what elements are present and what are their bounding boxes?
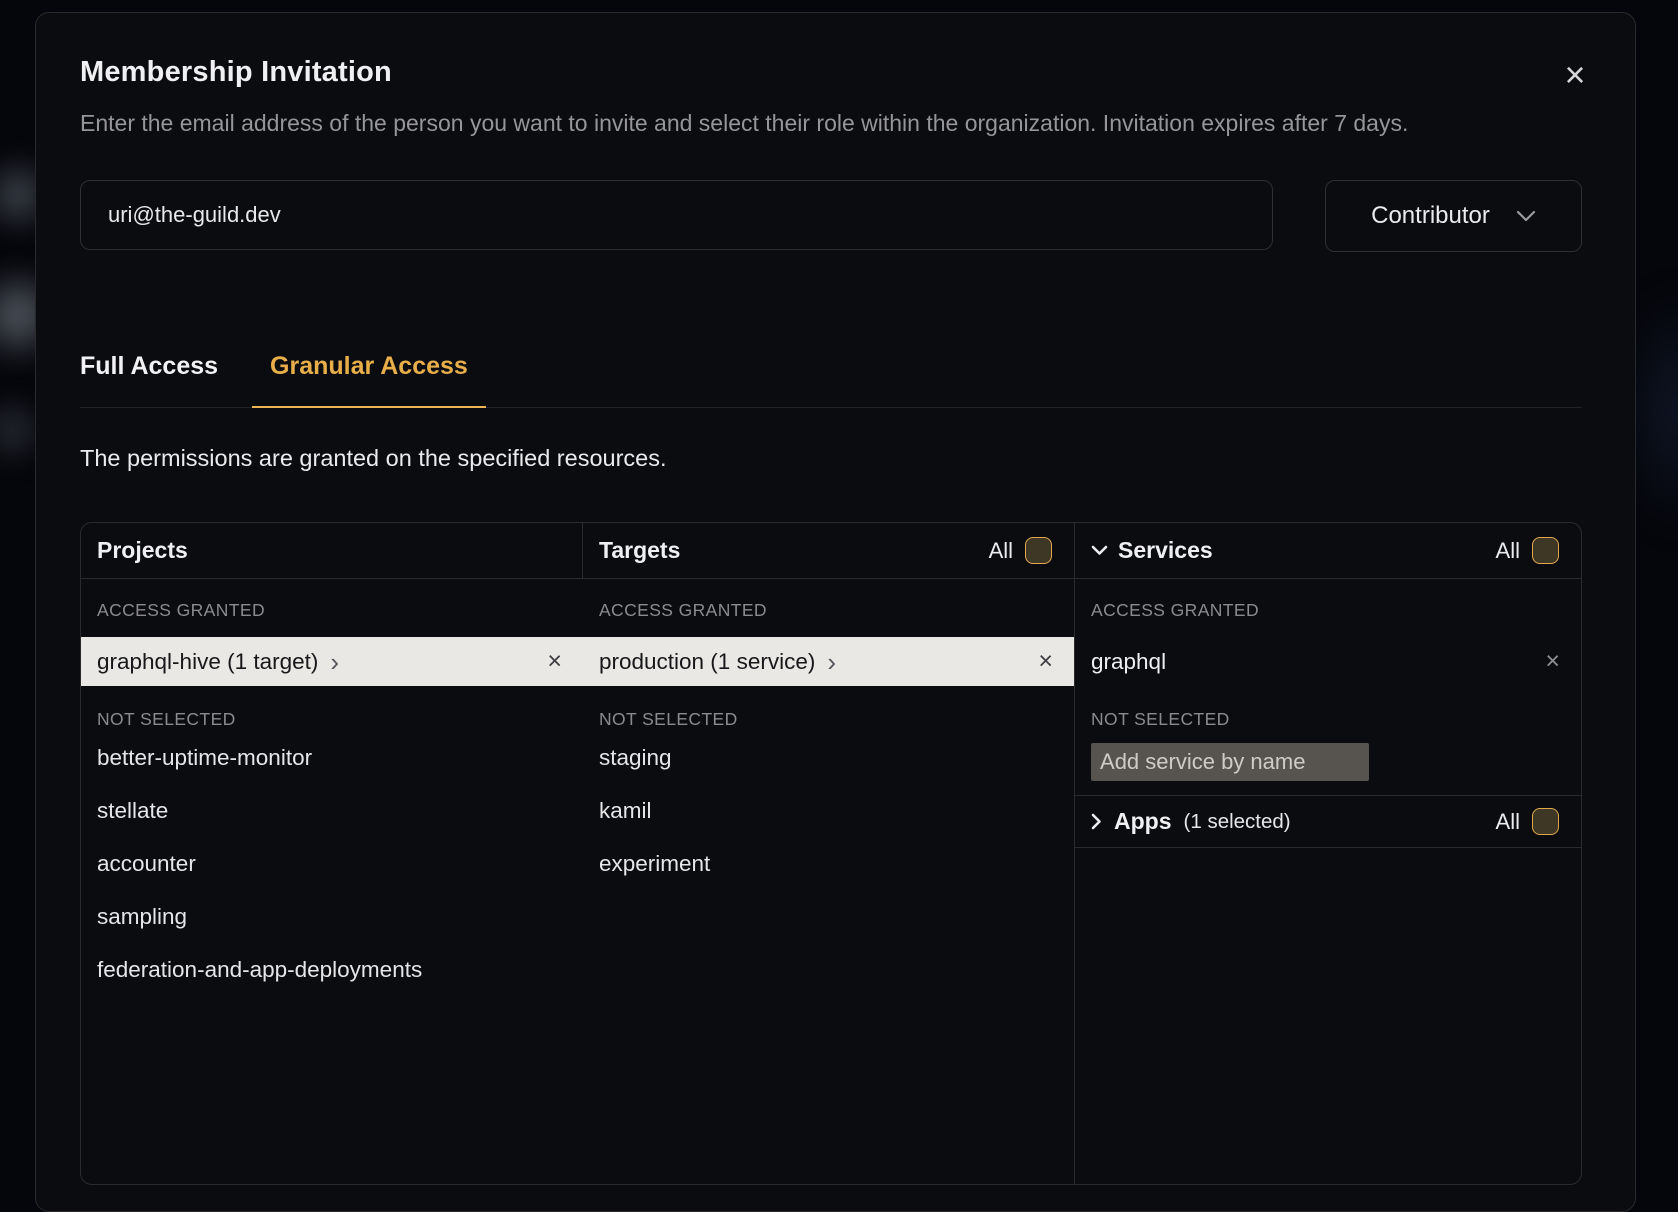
- granted-target-label: production (1 service): [599, 649, 815, 675]
- not-selected-label: NOT SELECTED: [1075, 686, 1581, 731]
- services-header-label: Services: [1118, 537, 1213, 564]
- invite-email-input[interactable]: [80, 180, 1273, 250]
- dialog-description: Enter the email address of the person yo…: [80, 105, 1512, 142]
- column-header-targets: Targets All: [583, 523, 1075, 579]
- apps-all-checkbox[interactable]: [1532, 808, 1559, 835]
- granted-service-label: graphql: [1091, 649, 1166, 675]
- dialog-title: Membership Invitation: [80, 56, 1582, 89]
- target-item[interactable]: experiment: [583, 838, 1074, 890]
- targets-all-checkbox[interactable]: [1025, 537, 1052, 564]
- apps-all-toggle: All: [1496, 808, 1559, 835]
- apps-section-row: Apps (1 selected) All: [1075, 795, 1581, 848]
- target-item[interactable]: staging: [583, 732, 1074, 784]
- projects-header-label: Projects: [97, 537, 188, 564]
- targets-column: ACCESS GRANTED production (1 service) › …: [583, 579, 1075, 1184]
- project-item[interactable]: federation-and-app-deployments: [81, 944, 583, 996]
- targets-header-label: Targets: [599, 537, 680, 564]
- chevron-down-icon: [1516, 210, 1536, 222]
- backdrop-blur-artifact: [1642, 240, 1678, 580]
- chevron-right-icon[interactable]: [1091, 813, 1102, 830]
- close-icon[interactable]: ×: [1553, 53, 1597, 97]
- not-selected-label: NOT SELECTED: [81, 686, 583, 731]
- targets-all-toggle: All: [989, 537, 1052, 564]
- resources-table: Projects Targets All Services All ACCESS…: [80, 522, 1582, 1185]
- granted-target-row[interactable]: production (1 service) › ×: [583, 637, 1074, 686]
- projects-column: ACCESS GRANTED graphql-hive (1 target) ›…: [81, 579, 583, 1184]
- services-all-toggle: All: [1496, 537, 1559, 564]
- apps-selected-count: (1 selected): [1184, 810, 1291, 834]
- tab-granular-access[interactable]: Granular Access: [252, 352, 486, 408]
- invite-row: Contributor: [80, 180, 1582, 252]
- membership-invitation-dialog: × Membership Invitation Enter the email …: [35, 12, 1636, 1212]
- column-header-projects: Projects: [81, 523, 583, 579]
- project-item[interactable]: accounter: [81, 838, 583, 890]
- project-item[interactable]: better-uptime-monitor: [81, 732, 583, 784]
- apps-all-label: All: [1496, 809, 1520, 835]
- granted-project-row[interactable]: graphql-hive (1 target) › ×: [81, 637, 583, 686]
- remove-icon[interactable]: ×: [1038, 649, 1053, 674]
- chevron-down-icon[interactable]: [1091, 545, 1108, 556]
- services-column: ACCESS GRANTED graphql × NOT SELECTED Ap…: [1075, 579, 1581, 1184]
- targets-all-label: All: [989, 538, 1013, 564]
- not-selected-label: NOT SELECTED: [583, 686, 1074, 731]
- chevron-right-icon[interactable]: ›: [330, 649, 339, 675]
- access-tabs: Full Access Granular Access: [80, 352, 1582, 408]
- granted-service-row[interactable]: graphql ×: [1075, 637, 1581, 686]
- project-item[interactable]: sampling: [81, 891, 583, 943]
- target-item[interactable]: kamil: [583, 785, 1074, 837]
- permissions-note: The permissions are granted on the speci…: [80, 445, 1582, 472]
- services-all-label: All: [1496, 538, 1520, 564]
- role-select-value: Contributor: [1371, 202, 1490, 230]
- add-service-input[interactable]: [1091, 743, 1369, 781]
- services-all-checkbox[interactable]: [1532, 537, 1559, 564]
- granted-project-label: graphql-hive (1 target): [97, 649, 318, 675]
- tab-full-access[interactable]: Full Access: [80, 352, 218, 408]
- access-granted-label: ACCESS GRANTED: [81, 579, 583, 622]
- column-header-services: Services All: [1075, 523, 1581, 579]
- access-granted-label: ACCESS GRANTED: [1075, 579, 1581, 622]
- project-item[interactable]: stellate: [81, 785, 583, 837]
- remove-icon[interactable]: ×: [1545, 649, 1560, 674]
- role-select[interactable]: Contributor: [1325, 180, 1582, 252]
- chevron-right-icon[interactable]: ›: [827, 649, 836, 675]
- apps-label[interactable]: Apps: [1114, 808, 1172, 835]
- access-granted-label: ACCESS GRANTED: [583, 579, 1074, 622]
- remove-icon[interactable]: ×: [547, 649, 562, 674]
